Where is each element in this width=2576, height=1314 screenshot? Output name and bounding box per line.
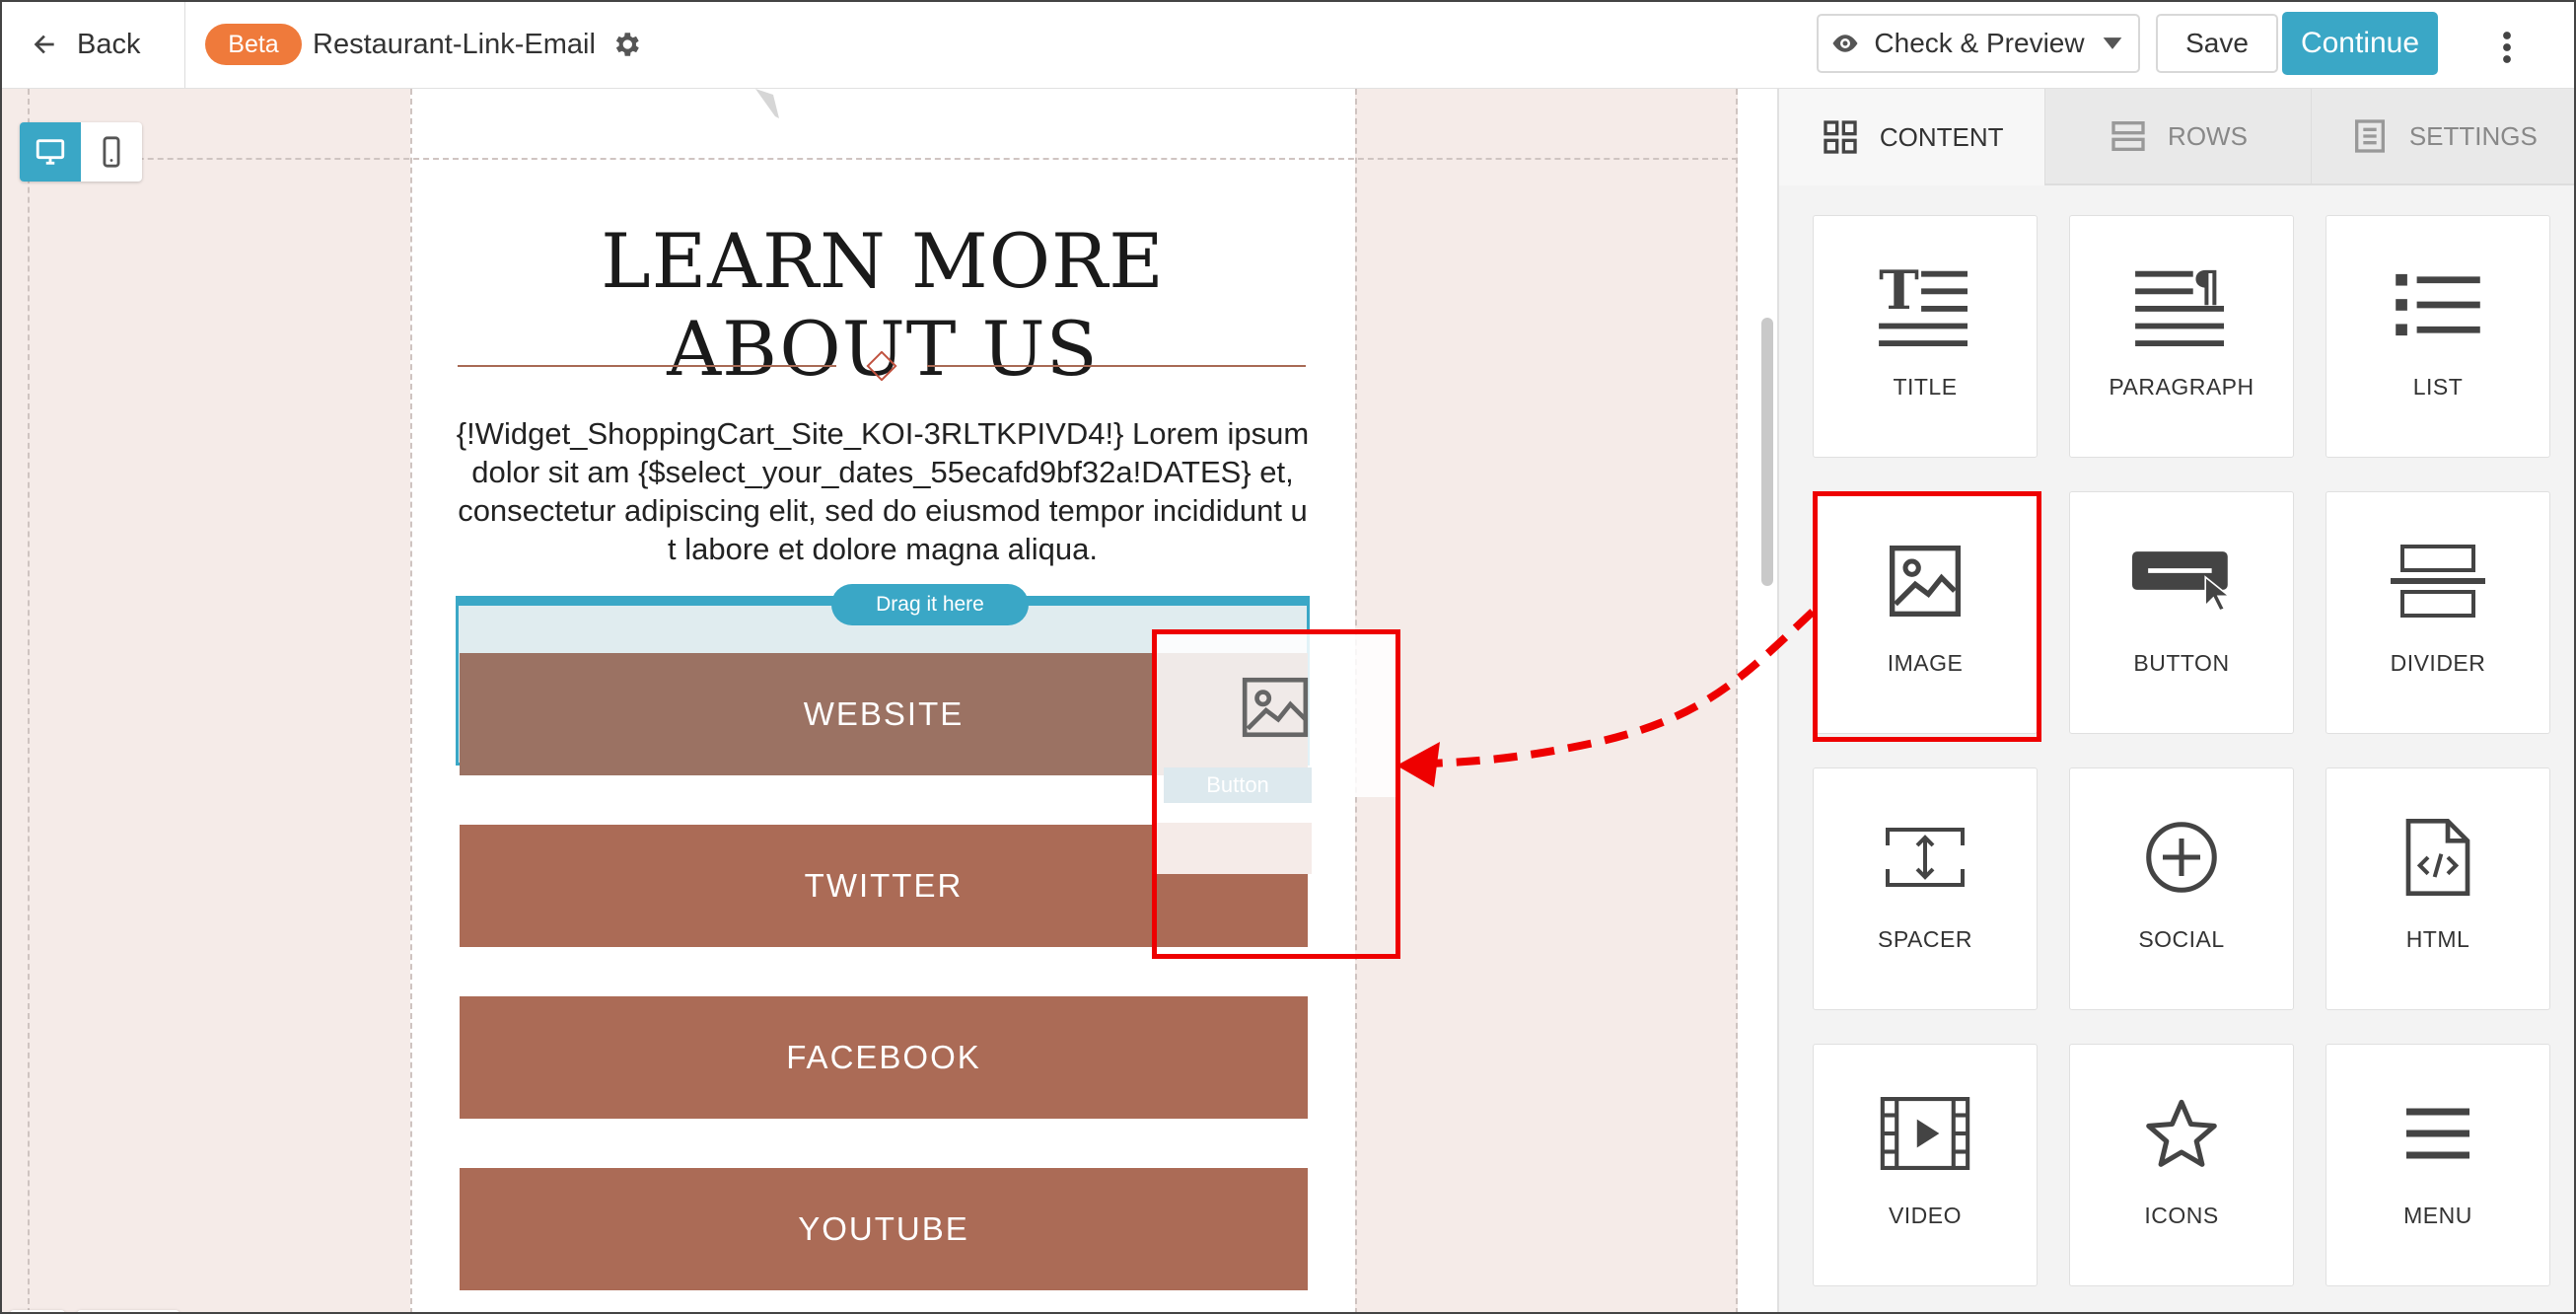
history-button[interactable] <box>10 1310 65 1312</box>
block-label: TITLE <box>1893 374 1958 400</box>
block-list[interactable]: LIST <box>2326 215 2550 458</box>
tab-label: CONTENT <box>1879 121 2004 152</box>
beta-badge: Beta <box>205 24 302 65</box>
block-label: MENU <box>2403 1203 2472 1228</box>
more-options-icon[interactable] <box>2495 30 2519 65</box>
paragraph-icon: ¶ <box>2135 262 2224 347</box>
block-html[interactable]: HTML <box>2326 767 2550 1010</box>
eye-icon <box>1832 35 1858 52</box>
guide-line <box>410 89 412 1312</box>
tab-label: SETTINGS <box>2408 120 2538 151</box>
facebook-button[interactable]: FACEBOOK <box>460 996 1308 1119</box>
block-button[interactable]: BUTTON <box>2069 491 2294 734</box>
guide-line <box>30 158 1738 160</box>
continue-button[interactable]: Continue <box>2282 12 2438 75</box>
tab-content[interactable]: CONTENT <box>1779 89 2045 185</box>
caret-down-icon <box>2103 37 2121 49</box>
block-label: HTML <box>2405 926 2470 952</box>
block-label: PARAGRAPH <box>2109 374 2254 400</box>
gear-icon[interactable] <box>610 29 642 60</box>
social-icon <box>2146 822 2217 893</box>
check-preview-button[interactable]: Check & Preview <box>1817 14 2140 73</box>
youtube-button[interactable]: YOUTUBE <box>460 1168 1308 1290</box>
svg-text:¶: ¶ <box>2193 262 2220 312</box>
html-icon <box>2405 819 2470 896</box>
menu-icon <box>2406 1108 2469 1159</box>
document-title: Restaurant-Link-Email <box>313 29 596 60</box>
block-paragraph[interactable]: ¶ PARAGRAPH <box>2069 215 2294 458</box>
guide-line <box>28 89 30 1312</box>
back-label: Back <box>77 28 141 60</box>
redo-button[interactable] <box>128 1310 179 1312</box>
block-social[interactable]: SOCIAL <box>2069 767 2294 1010</box>
button-icon <box>2132 551 2231 612</box>
settings-doc-icon <box>2354 119 2385 153</box>
block-label: SPACER <box>1878 926 1972 952</box>
block-menu[interactable]: MENU <box>2326 1044 2550 1286</box>
divider-ornament <box>458 351 1306 381</box>
preview-label: Check & Preview <box>1874 28 2085 58</box>
title-icon: T <box>1879 262 1968 347</box>
tab-settings[interactable]: SETTINGS <box>2310 89 2574 185</box>
block-icons[interactable]: ICONS <box>2069 1044 2294 1286</box>
drag-arrow-annotation <box>1396 609 1816 787</box>
block-label: SOCIAL <box>2138 926 2225 952</box>
app-window: Back Beta Restaurant-Link-Email Check & … <box>0 0 2576 1314</box>
block-title[interactable]: T TITLE <box>1813 215 2038 458</box>
tab-rows[interactable]: ROWS <box>2044 89 2311 185</box>
block-spacer[interactable]: SPACER <box>1813 767 2038 1010</box>
tab-label: ROWS <box>2168 120 2248 151</box>
desktop-icon <box>36 139 65 165</box>
block-label: LIST <box>2412 374 2464 400</box>
canvas-scrollbar[interactable] <box>1761 318 1773 586</box>
undo-button[interactable] <box>77 1310 128 1312</box>
image-block-highlight <box>1813 491 2041 742</box>
drop-target-highlight <box>1152 629 1400 959</box>
arrow-left-icon <box>34 35 54 54</box>
back-button[interactable]: Back <box>28 22 140 67</box>
block-label: ICONS <box>2144 1203 2219 1228</box>
drag-here-pill: Drag it here <box>831 584 1029 625</box>
block-label: DIVIDER <box>2390 650 2486 676</box>
decorative-image-fragment <box>755 89 779 118</box>
email-body-text[interactable]: {!Widget_ShoppingCart_Site_KOI-3RLTKPIVD… <box>450 414 1316 582</box>
block-divider[interactable]: DIVIDER <box>2326 491 2550 734</box>
grid-icon <box>1824 120 1857 154</box>
video-icon <box>1880 1097 1970 1170</box>
mobile-view-button[interactable] <box>81 122 142 182</box>
svg-text:T: T <box>1879 262 1919 322</box>
top-bar: Back Beta Restaurant-Link-Email Check & … <box>2 2 2574 89</box>
desktop-view-button[interactable] <box>20 122 81 182</box>
save-button[interactable]: Save <box>2156 14 2278 73</box>
view-switcher <box>20 122 142 182</box>
rows-icon <box>2111 120 2145 151</box>
block-label: BUTTON <box>2133 650 2230 676</box>
star-icon <box>2146 1099 2217 1167</box>
divider <box>184 2 185 88</box>
list-icon <box>2396 273 2480 336</box>
block-label: VIDEO <box>1888 1203 1963 1228</box>
block-video[interactable]: VIDEO <box>1813 1044 2038 1286</box>
mobile-icon <box>103 136 120 168</box>
spacer-icon <box>1886 828 1965 887</box>
divider-icon <box>2391 545 2485 618</box>
panel-tabs: CONTENT ROWS SETTINGS <box>1779 89 2574 185</box>
undo-redo-group <box>77 1310 179 1312</box>
